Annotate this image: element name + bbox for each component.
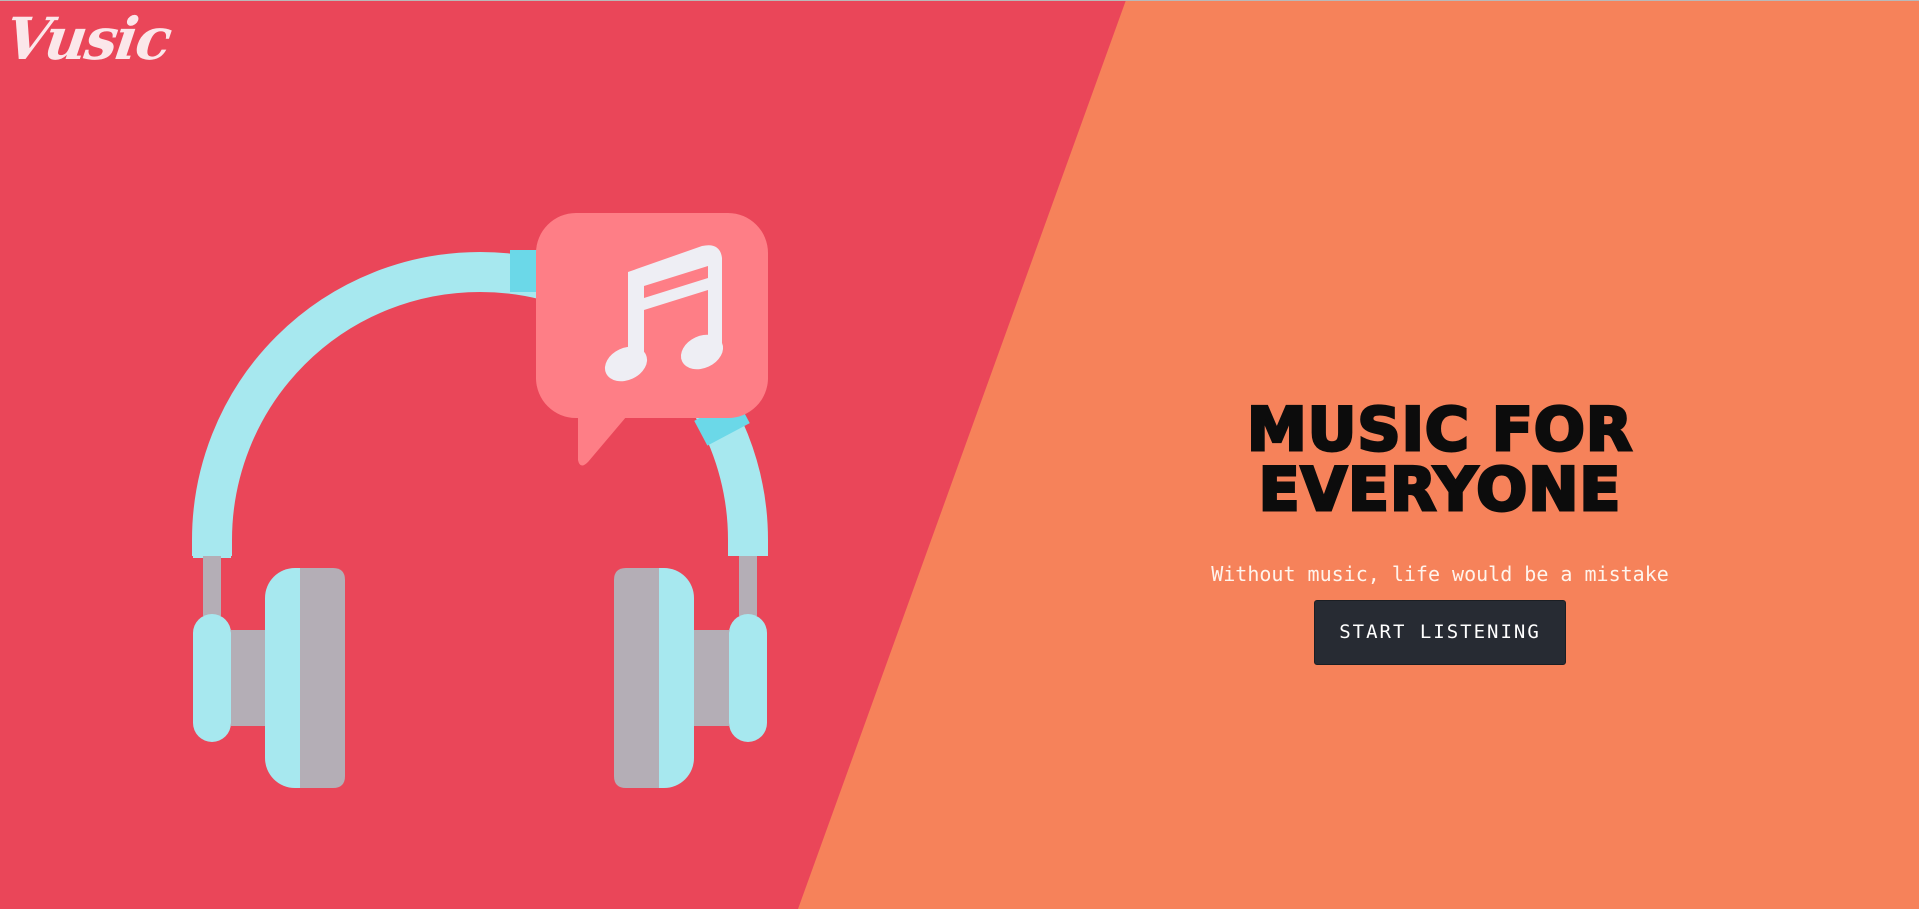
start-listening-button[interactable]: START LISTENING xyxy=(1314,600,1566,665)
hero-title: MUSIC FOR EVERYONE xyxy=(1245,395,1634,525)
hero-subtitle: Without music, life would be a mistake xyxy=(1211,562,1669,586)
hero-section: MUSIC FOR EVERYONE Without music, life w… xyxy=(1060,395,1820,665)
